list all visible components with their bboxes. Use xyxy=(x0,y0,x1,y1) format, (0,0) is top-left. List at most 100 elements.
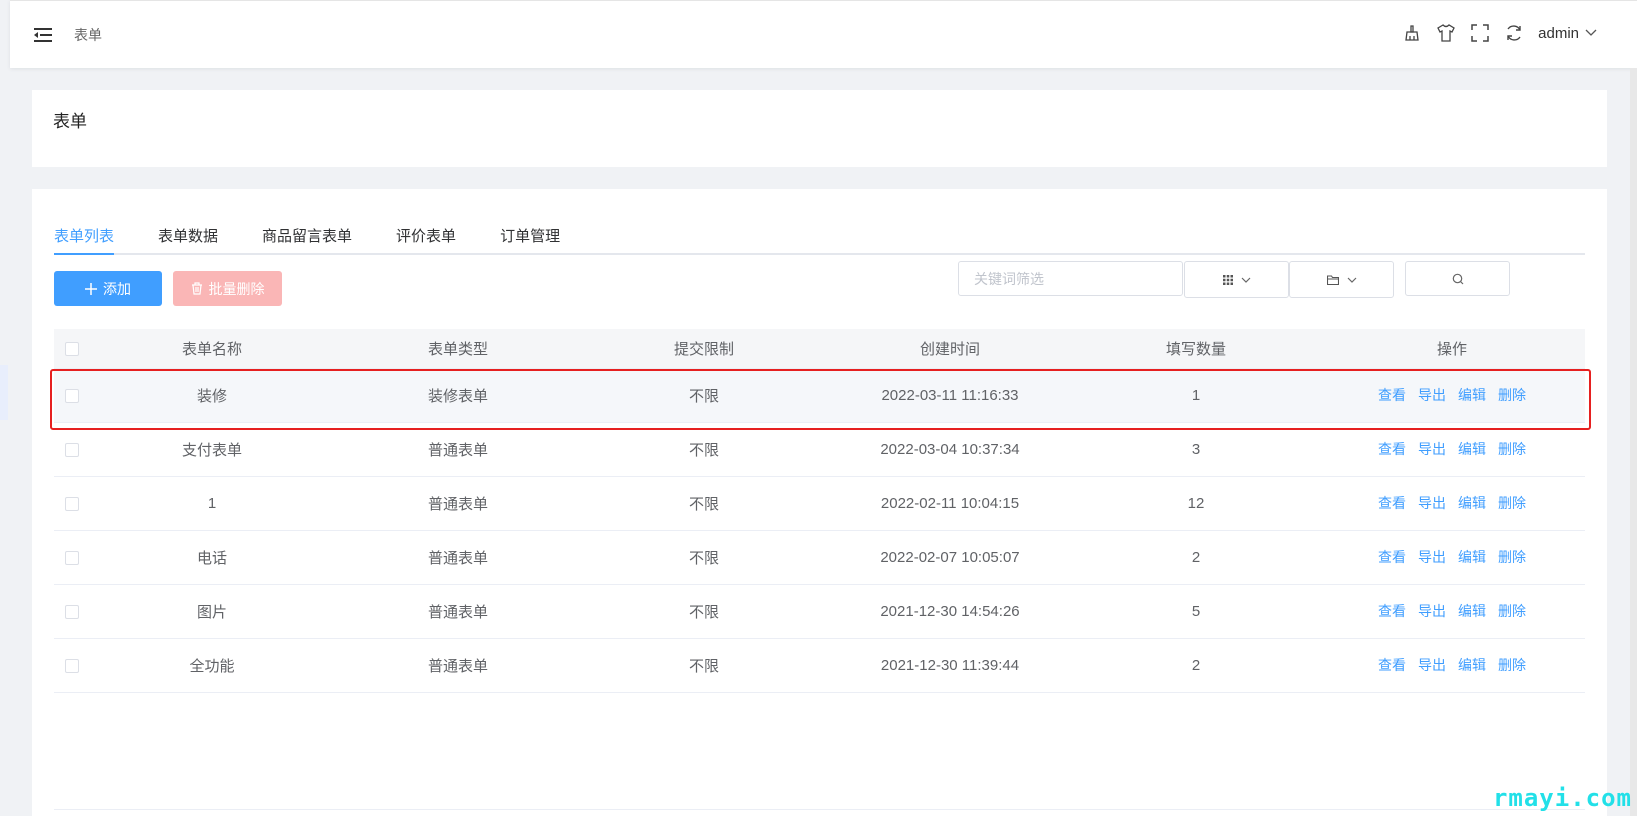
table-row: 图片 普通表单 不限 2021-12-30 14:54:26 5 查看 导出 编辑 删除 xyxy=(54,584,1585,639)
cell-actions: 查看 导出 编辑 删除 xyxy=(1319,422,1585,477)
batch-delete-label: 批量删除 xyxy=(208,280,265,297)
col-header-type[interactable]: 表单类型 xyxy=(335,329,581,369)
cell-created: 2022-03-11 11:16:33 xyxy=(827,368,1073,423)
select-all-checkbox[interactable] xyxy=(64,341,79,356)
cell-actions: 查看 导出 编辑 删除 xyxy=(1319,368,1585,423)
tab-review-form[interactable]: 评价表单 xyxy=(396,223,456,255)
view-link[interactable]: 查看 xyxy=(1378,657,1406,673)
cell-actions: 查看 导出 编辑 删除 xyxy=(1319,638,1585,693)
column-settings-button[interactable] xyxy=(1184,261,1289,298)
trash-icon xyxy=(191,282,202,295)
view-link[interactable]: 查看 xyxy=(1378,441,1406,457)
delete-link[interactable]: 删除 xyxy=(1498,441,1526,457)
edit-link[interactable]: 编辑 xyxy=(1458,441,1486,457)
col-header-actions: 操作 xyxy=(1319,329,1585,369)
delete-link[interactable]: 删除 xyxy=(1498,495,1526,511)
cell-name: 全功能 xyxy=(89,638,335,693)
col-header-limit[interactable]: 提交限制 xyxy=(581,329,827,369)
cell-actions: 查看 导出 编辑 删除 xyxy=(1319,530,1585,585)
select-all-cell xyxy=(54,329,89,369)
row-checkbox[interactable] xyxy=(64,442,79,457)
cell-actions: 查看 导出 编辑 删除 xyxy=(1319,584,1585,639)
chevron-down-icon xyxy=(1347,277,1356,283)
chevron-down-icon xyxy=(1585,29,1597,36)
edit-link[interactable]: 编辑 xyxy=(1458,657,1486,673)
view-link[interactable]: 查看 xyxy=(1378,387,1406,403)
row-checkbox[interactable] xyxy=(64,496,79,511)
edit-link[interactable]: 编辑 xyxy=(1458,495,1486,511)
col-header-count[interactable]: 填写数量 xyxy=(1073,329,1319,369)
keyword-filter-input[interactable] xyxy=(958,261,1183,296)
cell-count: 5 xyxy=(1073,584,1319,639)
cell-count: 3 xyxy=(1073,422,1319,477)
table-row: 装修 装修表单 不限 2022-03-11 11:16:33 1 查看 导出 编辑 删除 xyxy=(54,368,1585,423)
delete-link[interactable]: 删除 xyxy=(1498,387,1526,403)
page-scrollbar[interactable] xyxy=(1630,68,1637,816)
export-link[interactable]: 导出 xyxy=(1418,549,1446,565)
tab-form-data[interactable]: 表单数据 xyxy=(158,223,218,255)
cell-count: 2 xyxy=(1073,638,1319,693)
main-card: 表单列表 表单数据 商品留言表单 评价表单 订单管理 添加 批量删除 表单名称 xyxy=(32,189,1607,816)
add-button[interactable]: 添加 xyxy=(54,271,162,306)
menu-toggle-icon[interactable] xyxy=(34,26,54,44)
cell-type: 普通表单 xyxy=(335,530,581,585)
chevron-down-icon xyxy=(1241,277,1250,283)
edit-link[interactable]: 编辑 xyxy=(1458,549,1486,565)
export-link[interactable]: 导出 xyxy=(1418,495,1446,511)
row-checkbox[interactable] xyxy=(64,388,79,403)
col-header-created[interactable]: 创建时间 xyxy=(827,329,1073,369)
table-row: 支付表单 普通表单 不限 2022-03-04 10:37:34 3 查看 导出 编辑 删除 xyxy=(54,422,1585,477)
tshirt-icon[interactable] xyxy=(1436,23,1456,43)
cell-name: 图片 xyxy=(89,584,335,639)
row-checkbox[interactable] xyxy=(64,550,79,565)
page-header-card: 表单 xyxy=(32,90,1607,167)
edit-link[interactable]: 编辑 xyxy=(1458,387,1486,403)
view-link[interactable]: 查看 xyxy=(1378,549,1406,565)
cell-created: 2022-03-04 10:37:34 xyxy=(827,422,1073,477)
fullscreen-icon[interactable] xyxy=(1470,23,1490,43)
search-button[interactable] xyxy=(1405,261,1510,296)
search-icon xyxy=(1452,273,1463,284)
cell-type: 普通表单 xyxy=(335,638,581,693)
tab-form-list[interactable]: 表单列表 xyxy=(54,223,115,255)
delete-link[interactable]: 删除 xyxy=(1498,549,1526,565)
cell-name: 1 xyxy=(89,476,335,531)
cell-limit: 不限 xyxy=(581,584,827,639)
cell-limit: 不限 xyxy=(581,368,827,423)
refresh-icon[interactable] xyxy=(1504,23,1524,43)
breadcrumb[interactable]: 表单 xyxy=(74,25,102,45)
row-checkbox-cell xyxy=(54,530,89,585)
user-menu[interactable]: admin xyxy=(1538,25,1597,42)
col-header-name[interactable]: 表单名称 xyxy=(89,329,335,369)
view-link[interactable]: 查看 xyxy=(1378,603,1406,619)
edit-link[interactable]: 编辑 xyxy=(1458,603,1486,619)
row-checkbox-cell xyxy=(54,422,89,477)
export-link[interactable]: 导出 xyxy=(1418,441,1446,457)
delete-link[interactable]: 删除 xyxy=(1498,657,1526,673)
tab-product-message-form[interactable]: 商品留言表单 xyxy=(262,223,352,255)
row-checkbox-cell xyxy=(54,638,89,693)
table-header-row: 表单名称 表单类型 提交限制 创建时间 填写数量 操作 xyxy=(54,329,1585,369)
cell-type: 普通表单 xyxy=(335,476,581,531)
export-link[interactable]: 导出 xyxy=(1418,387,1446,403)
delete-link[interactable]: 删除 xyxy=(1498,603,1526,619)
row-checkbox[interactable] xyxy=(64,604,79,619)
cell-count: 2 xyxy=(1073,530,1319,585)
cell-count: 12 xyxy=(1073,476,1319,531)
cell-limit: 不限 xyxy=(581,476,827,531)
add-button-label: 添加 xyxy=(103,280,131,297)
cell-name: 电话 xyxy=(89,530,335,585)
broom-icon[interactable] xyxy=(1402,23,1422,43)
table-row: 1 普通表单 不限 2022-02-11 10:04:15 12 查看 导出 编辑 删除 xyxy=(54,476,1585,531)
cell-type: 普通表单 xyxy=(335,584,581,639)
row-checkbox[interactable] xyxy=(64,658,79,673)
row-checkbox-cell xyxy=(54,476,89,531)
export-menu-button[interactable] xyxy=(1289,261,1394,298)
cell-created: 2021-12-30 14:54:26 xyxy=(827,584,1073,639)
batch-delete-button[interactable]: 批量删除 xyxy=(173,271,282,306)
export-link[interactable]: 导出 xyxy=(1418,657,1446,673)
username: admin xyxy=(1538,24,1579,42)
export-link[interactable]: 导出 xyxy=(1418,603,1446,619)
view-link[interactable]: 查看 xyxy=(1378,495,1406,511)
tab-order-management[interactable]: 订单管理 xyxy=(500,223,560,255)
